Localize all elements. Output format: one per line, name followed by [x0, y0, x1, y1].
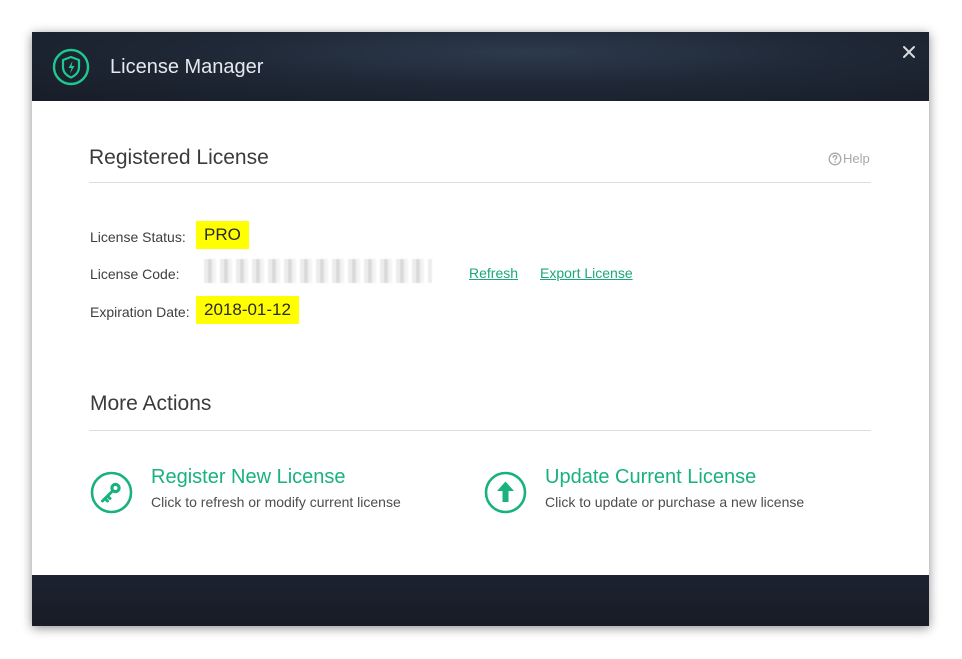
update-current-license-desc: Click to update or purchase a new licens…: [545, 494, 805, 510]
shield-bolt-icon: [52, 48, 90, 86]
license-code-label: License Code:: [90, 266, 180, 282]
key-icon: [90, 471, 133, 514]
close-icon[interactable]: [899, 42, 919, 62]
title-bar: License Manager: [32, 32, 929, 101]
license-status-value: PRO: [196, 221, 249, 249]
window-title: License Manager: [110, 56, 264, 78]
help-label: Help: [843, 151, 870, 166]
license-code-value-blurred: [200, 259, 432, 283]
divider-registered: [89, 182, 871, 183]
help-link[interactable]: Help: [828, 151, 870, 166]
help-circle-icon: [828, 152, 842, 165]
footer-bar: [32, 575, 929, 626]
refresh-link[interactable]: Refresh: [469, 265, 518, 281]
arrow-up-icon: [484, 471, 527, 514]
update-current-license-action[interactable]: Update Current License Click to update o…: [484, 466, 814, 516]
registered-license-heading: Registered License: [89, 146, 269, 169]
register-new-license-title[interactable]: Register New License: [151, 466, 346, 489]
register-new-license-desc: Click to refresh or modify current licen…: [151, 494, 401, 510]
update-current-license-title[interactable]: Update Current License: [545, 466, 756, 489]
export-license-link[interactable]: Export License: [540, 265, 633, 281]
more-actions-heading: More Actions: [90, 392, 212, 415]
expiration-date-label: Expiration Date:: [90, 304, 190, 320]
register-new-license-action[interactable]: Register New License Click to refresh or…: [90, 466, 410, 516]
license-status-label: License Status:: [90, 229, 186, 245]
divider-more-actions: [89, 430, 871, 431]
license-manager-window: License Manager Registered License Help …: [32, 32, 929, 626]
expiration-date-value: 2018-01-12: [196, 296, 299, 324]
